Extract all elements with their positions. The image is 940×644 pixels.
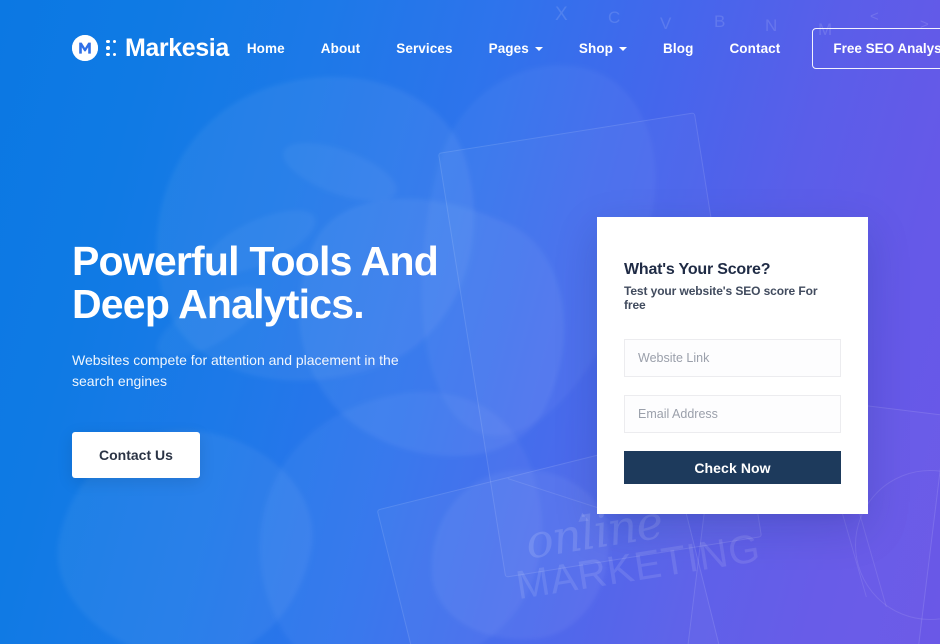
- website-link-input[interactable]: [624, 339, 841, 377]
- nav-item-home[interactable]: Home: [229, 33, 303, 64]
- nav-item-label: Contact: [729, 40, 781, 56]
- nav-links: Home About Services Pages Shop Blog Cont…: [229, 27, 940, 69]
- logo-circle-m-icon: [72, 35, 98, 61]
- brand-logo[interactable]: Markesia: [72, 34, 229, 63]
- sketch-arrow-decor: [578, 512, 591, 526]
- nav-item-about[interactable]: About: [303, 33, 378, 64]
- nav-item-label: About: [320, 40, 361, 56]
- hero-subtitle: Websites compete for attention and place…: [72, 352, 399, 390]
- nav-item-pages[interactable]: Pages: [471, 33, 561, 64]
- check-now-button[interactable]: Check Now: [624, 451, 841, 484]
- page-title: Powerful Tools And Deep Analytics.: [72, 238, 439, 328]
- main-navbar: Markesia Home About Services Pages Shop …: [0, 0, 940, 96]
- email-address-input[interactable]: [624, 395, 841, 433]
- hero-section: online MARKETING X C V B N M < > Markesi…: [0, 0, 940, 644]
- nav-item-shop[interactable]: Shop: [561, 33, 645, 64]
- seo-score-card: What's Your Score? Test your website's S…: [597, 217, 868, 514]
- logo-dots-icon: [106, 39, 116, 57]
- brand-name: Markesia: [125, 33, 229, 62]
- nav-item-blog[interactable]: Blog: [645, 33, 711, 64]
- nav-item-label: Shop: [578, 40, 614, 56]
- nav-item-label: Blog: [663, 40, 694, 56]
- nav-item-services[interactable]: Services: [378, 33, 470, 64]
- nav-item-label: Services: [396, 40, 453, 56]
- nav-item-label: Home: [246, 40, 285, 56]
- nav-item-contact[interactable]: Contact: [711, 33, 798, 64]
- card-title: What's Your Score?: [624, 261, 771, 278]
- card-subtitle: Test your website's SEO score For free: [624, 284, 818, 312]
- contact-us-button[interactable]: Contact Us: [72, 432, 200, 479]
- chevron-down-icon: [534, 47, 543, 51]
- nav-item-label: Pages: [488, 40, 529, 56]
- seo-score-card-wrapper: What's Your Score? Test your website's S…: [597, 217, 868, 514]
- leaf-shape-decor: [421, 461, 619, 644]
- sketch-caps-text: MARKETING: [512, 525, 764, 609]
- hero-text-column: Powerful Tools And Deep Analytics. Websi…: [72, 96, 542, 479]
- chevron-down-icon: [619, 47, 628, 51]
- free-seo-analysis-button[interactable]: Free SEO Analysis: [812, 27, 940, 69]
